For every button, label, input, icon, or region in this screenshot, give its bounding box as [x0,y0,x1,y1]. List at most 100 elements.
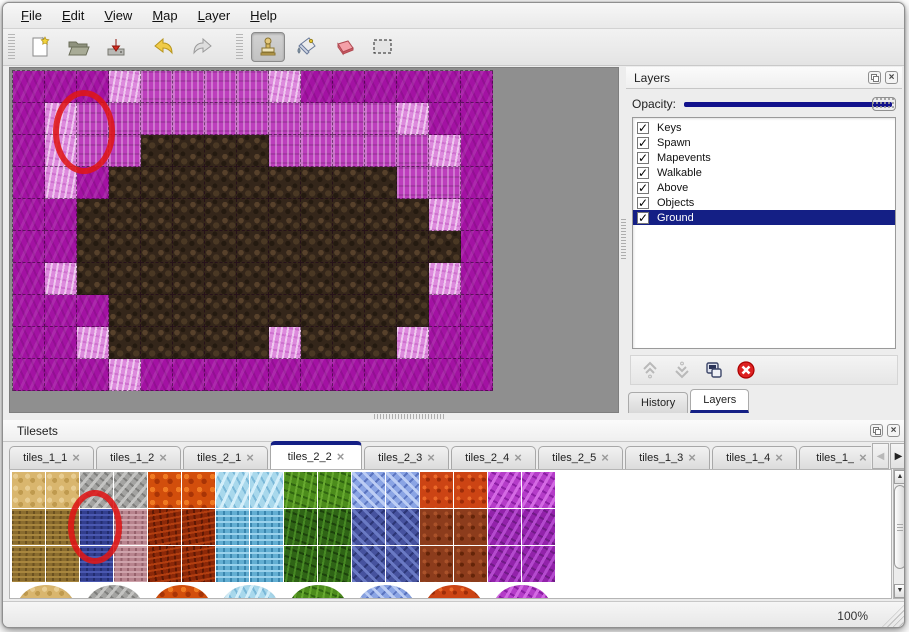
tileset-tile[interactable] [12,472,45,508]
close-tab-icon[interactable]: × [859,453,867,463]
map-tile[interactable] [461,263,493,295]
tileset-tile[interactable] [420,472,453,508]
open-file-button[interactable] [61,32,95,62]
tileset-tile[interactable] [454,546,487,582]
undo-button[interactable] [147,32,181,62]
map-tile[interactable] [45,135,77,167]
map-tile[interactable] [333,263,365,295]
map-tile[interactable] [237,167,269,199]
tileset-scrollbar[interactable]: ▲ ▼ [893,469,905,599]
layer-visibility-checkbox[interactable]: ✓ [637,152,649,164]
tileset-tile[interactable] [454,472,487,508]
map-tile[interactable] [429,167,461,199]
map-canvas[interactable] [12,70,493,391]
map-tile[interactable] [301,167,333,199]
map-tile[interactable] [13,263,45,295]
map-tile[interactable] [141,263,173,295]
map-tile[interactable] [109,295,141,327]
map-tile[interactable] [13,71,45,103]
map-tile[interactable] [461,295,493,327]
map-tile[interactable] [301,71,333,103]
tileset-bush-tile[interactable] [85,585,143,599]
tileset-bush-cell[interactable] [216,583,284,599]
map-tile[interactable] [141,295,173,327]
tileset-tile[interactable] [284,472,317,508]
map-tile[interactable] [173,231,205,263]
map-tile[interactable] [77,135,109,167]
tileset-tile[interactable] [522,472,555,508]
close-tab-icon[interactable]: × [72,453,80,463]
tileset-tile[interactable] [352,546,385,582]
map-tile[interactable] [13,135,45,167]
map-tile[interactable] [461,103,493,135]
layer-visibility-checkbox[interactable]: ✓ [637,212,649,224]
delete-layer-button[interactable] [733,358,759,382]
map-tile[interactable] [237,135,269,167]
tileset-tile[interactable] [46,509,79,545]
map-tile[interactable] [109,71,141,103]
tileset-tile[interactable] [386,509,419,545]
map-tile[interactable] [205,231,237,263]
map-tile[interactable] [333,327,365,359]
map-tile[interactable] [205,199,237,231]
tileset-grid[interactable] [12,472,555,582]
map-tile[interactable] [109,167,141,199]
map-tile[interactable] [397,295,429,327]
map-tile[interactable] [45,295,77,327]
map-tile[interactable] [141,327,173,359]
tileset-bush-tile[interactable] [221,585,279,599]
menu-file[interactable]: File [11,5,52,26]
opacity-slider-handle[interactable] [872,97,896,111]
save-file-button[interactable] [99,32,133,62]
map-tile[interactable] [45,231,77,263]
map-tile[interactable] [301,263,333,295]
tileset-tile[interactable] [12,509,45,545]
map-tile[interactable] [13,359,45,391]
tileset-bush-cell[interactable] [488,583,556,599]
map-tile[interactable] [173,71,205,103]
tileset-bush-tile[interactable] [289,585,347,599]
menu-map[interactable]: Map [142,5,187,26]
tileset-tile[interactable] [182,509,215,545]
tileset-bush-tile[interactable] [357,585,415,599]
map-tile[interactable] [109,231,141,263]
tileset-tile[interactable] [114,472,147,508]
tileset-tab-tiles_1_2[interactable]: tiles_1_2× [96,446,181,469]
map-tile[interactable] [45,167,77,199]
map-tile[interactable] [77,167,109,199]
map-tile[interactable] [429,135,461,167]
tileset-tab-tiles_2_2[interactable]: tiles_2_2× [270,441,362,469]
map-tile[interactable] [173,295,205,327]
map-tile[interactable] [141,167,173,199]
fill-tool-button[interactable] [289,32,323,62]
map-tile[interactable] [333,295,365,327]
map-tile[interactable] [237,231,269,263]
tileset-bush-tile[interactable] [425,585,483,599]
map-tile[interactable] [45,71,77,103]
map-tile[interactable] [461,199,493,231]
map-tile[interactable] [269,263,301,295]
layer-row-above[interactable]: ✓Above [633,180,895,195]
map-tile[interactable] [365,135,397,167]
map-tile[interactable] [205,327,237,359]
map-tile[interactable] [461,327,493,359]
map-tile[interactable] [45,199,77,231]
map-tile[interactable] [269,295,301,327]
tileset-tile-selected[interactable] [80,546,113,582]
map-tile[interactable] [173,167,205,199]
map-tile[interactable] [237,263,269,295]
tileset-tile[interactable] [46,546,79,582]
map-tile[interactable] [301,135,333,167]
map-tile[interactable] [45,359,77,391]
close-tilesets-icon[interactable]: × [887,424,900,437]
map-tile[interactable] [173,327,205,359]
tileset-bush-cell[interactable] [80,583,148,599]
tileset-tab-tiles_1_[interactable]: tiles_1_× [799,446,871,469]
map-tile[interactable] [333,167,365,199]
map-tile[interactable] [45,327,77,359]
layer-visibility-checkbox[interactable]: ✓ [637,137,649,149]
map-tile[interactable] [365,231,397,263]
map-tile[interactable] [141,199,173,231]
map-tile[interactable] [429,359,461,391]
map-tile[interactable] [205,167,237,199]
